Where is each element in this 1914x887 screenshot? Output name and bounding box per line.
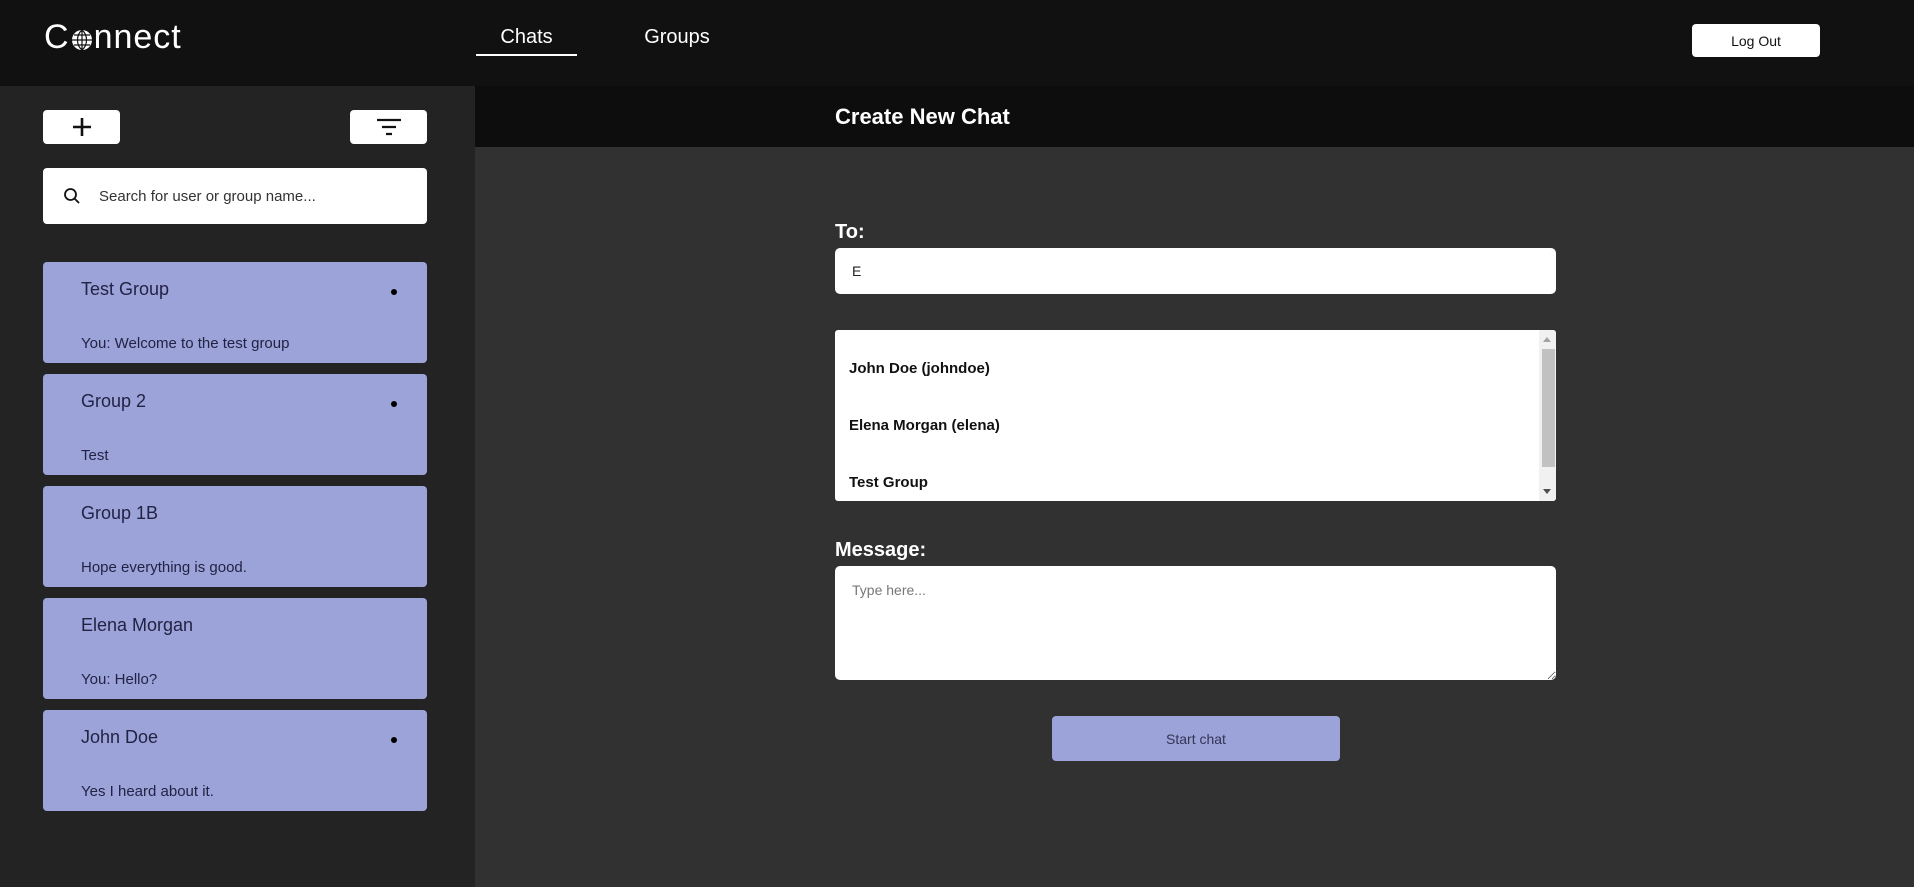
unread-indicator [391,401,397,407]
filter-icon [376,118,401,136]
logo-text-prefix: C [44,18,70,56]
tab-chats[interactable]: Chats [476,26,577,56]
message-label: Message: [835,539,927,561]
chat-preview: You: Welcome to the test group [81,335,290,352]
chat-name: Test Group [81,279,170,299]
chat-name: Elena Morgan [81,615,194,635]
unread-indicator [391,289,397,295]
chat-preview: Yes I heard about it. [81,783,214,800]
chat-item-john-doe[interactable]: John Doe Yes I heard about it. [43,710,427,811]
search-input[interactable] [99,187,419,205]
scroll-up-icon[interactable] [1543,337,1551,342]
sidebar: Test Group You: Welcome to the test grou… [0,86,475,887]
suggestions-scrollbar[interactable] [1539,330,1556,501]
suggestion-item[interactable]: Elena Morgan (elena) [849,417,1000,434]
chat-item-group-1b[interactable]: Group 1B Hope everything is good. [43,486,427,587]
recipient-suggestions[interactable]: John Doe (johndoe) Elena Morgan (elena) … [835,330,1556,501]
chat-name: Group 2 [81,391,147,411]
logout-button[interactable]: Log Out [1692,24,1820,57]
scroll-down-icon[interactable] [1543,489,1551,494]
start-chat-button[interactable]: Start chat [1052,716,1340,761]
main-header: Create New Chat [475,86,1914,147]
plus-icon [72,118,91,136]
message-input[interactable] [835,566,1556,680]
chat-preview: You: Hello? [81,671,158,688]
search-box[interactable] [43,168,427,224]
chat-item-elena-morgan[interactable]: Elena Morgan You: Hello? [43,598,427,699]
page-title: Create New Chat [835,104,1010,129]
chat-item-test-group[interactable]: Test Group You: Welcome to the test grou… [43,262,427,363]
filter-button[interactable] [350,110,427,144]
unread-indicator [391,737,397,743]
tab-groups[interactable]: Groups [632,26,722,49]
logo-text-suffix: nnect [93,18,182,56]
chat-preview: Test [81,447,109,464]
new-chat-button[interactable] [43,110,120,144]
globe-icon [71,29,92,50]
suggestion-item[interactable]: Test Group [849,474,928,491]
chat-name: Group 1B [81,503,159,523]
chat-name: John Doe [81,727,159,747]
app-logo[interactable]: C nnect [44,18,182,57]
chat-item-group-2[interactable]: Group 2 Test [43,374,427,475]
search-icon [64,188,80,204]
scroll-thumb[interactable] [1542,349,1555,467]
chat-preview: Hope everything is good. [81,559,247,576]
suggestion-item[interactable]: John Doe (johndoe) [849,360,990,377]
chat-list: Test Group You: Welcome to the test grou… [43,262,427,822]
top-bar: C nnect Chats Groups Log Out [0,0,1914,86]
to-label: To: [835,221,865,243]
recipient-input[interactable] [835,248,1556,294]
